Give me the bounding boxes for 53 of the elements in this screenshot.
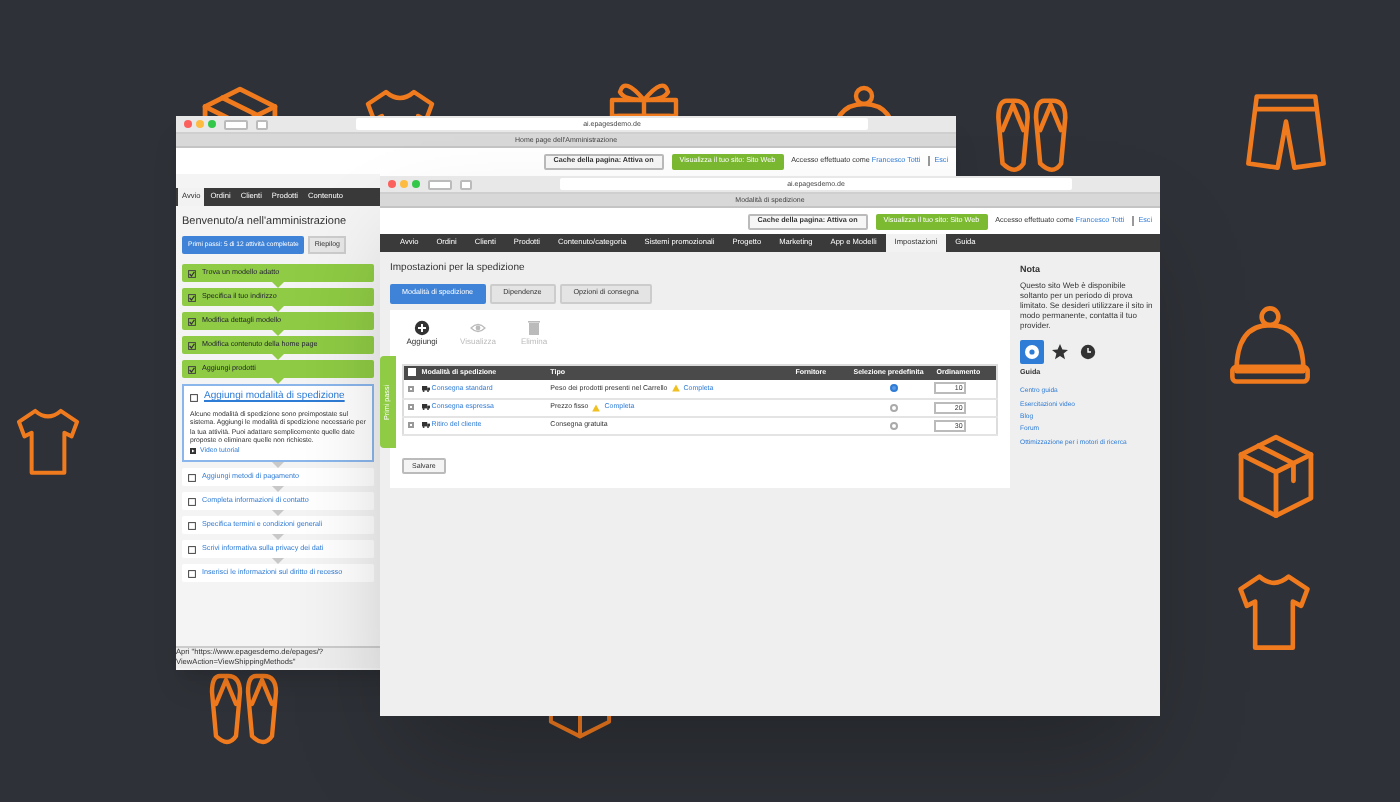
connector-arrow-icon <box>272 330 284 337</box>
connector-arrow-icon <box>272 306 284 313</box>
star-icon <box>1048 339 1072 364</box>
warning-icon <box>592 403 601 411</box>
minimize-button[interactable] <box>196 120 204 128</box>
row-checkbox[interactable] <box>408 422 415 428</box>
checked-box-icon <box>188 341 196 350</box>
connector-arrow-icon <box>272 378 284 385</box>
row-checkbox[interactable] <box>408 385 415 392</box>
default-radio[interactable] <box>889 384 898 393</box>
back-forward-buttons[interactable] <box>428 179 452 189</box>
row-checkbox[interactable] <box>408 404 415 410</box>
connector-arrow-icon <box>272 534 284 541</box>
truck-icon <box>421 404 430 410</box>
video-icon <box>190 448 196 455</box>
connector-arrow-icon <box>272 510 284 517</box>
eye-icon <box>470 319 486 335</box>
connector-arrow-icon <box>272 354 284 361</box>
back-forward-buttons[interactable] <box>224 119 248 129</box>
checkbox-icon <box>188 497 196 506</box>
connector-arrow-icon <box>272 486 284 493</box>
plus-circle-icon <box>414 319 430 335</box>
maximize-button[interactable] <box>412 180 420 188</box>
checked-box-icon <box>188 365 196 374</box>
clock-tab[interactable] <box>1076 339 1100 364</box>
maximize-button[interactable] <box>208 120 216 128</box>
trash-icon <box>526 319 542 335</box>
checkbox-icon <box>188 545 196 554</box>
checkbox-icon <box>188 473 196 482</box>
sidebar-toggle[interactable] <box>256 119 268 129</box>
connector-arrow-icon <box>272 282 284 289</box>
close-button[interactable] <box>184 120 192 128</box>
connector-arrow-icon <box>272 558 284 565</box>
checked-box-icon <box>188 293 196 302</box>
star-tab[interactable] <box>1048 339 1072 364</box>
default-radio[interactable] <box>889 403 898 411</box>
checkbox-icon <box>190 394 198 402</box>
checkbox-icon <box>188 521 196 530</box>
minimize-button[interactable] <box>400 180 408 188</box>
warning-icon <box>671 384 680 393</box>
connector-arrow-icon <box>272 462 284 469</box>
clock-icon <box>1076 339 1100 364</box>
help-icon <box>1020 339 1044 364</box>
checkbox-icon <box>188 569 196 578</box>
sidebar-toggle[interactable] <box>460 179 472 189</box>
close-button[interactable] <box>388 180 396 188</box>
select-all-checkbox[interactable] <box>407 368 416 377</box>
help-tab[interactable] <box>1020 339 1044 364</box>
default-radio[interactable] <box>889 421 898 429</box>
truck-icon <box>421 422 430 428</box>
truck-icon <box>421 385 430 392</box>
checked-box-icon <box>188 269 196 278</box>
checked-box-icon <box>188 317 196 326</box>
